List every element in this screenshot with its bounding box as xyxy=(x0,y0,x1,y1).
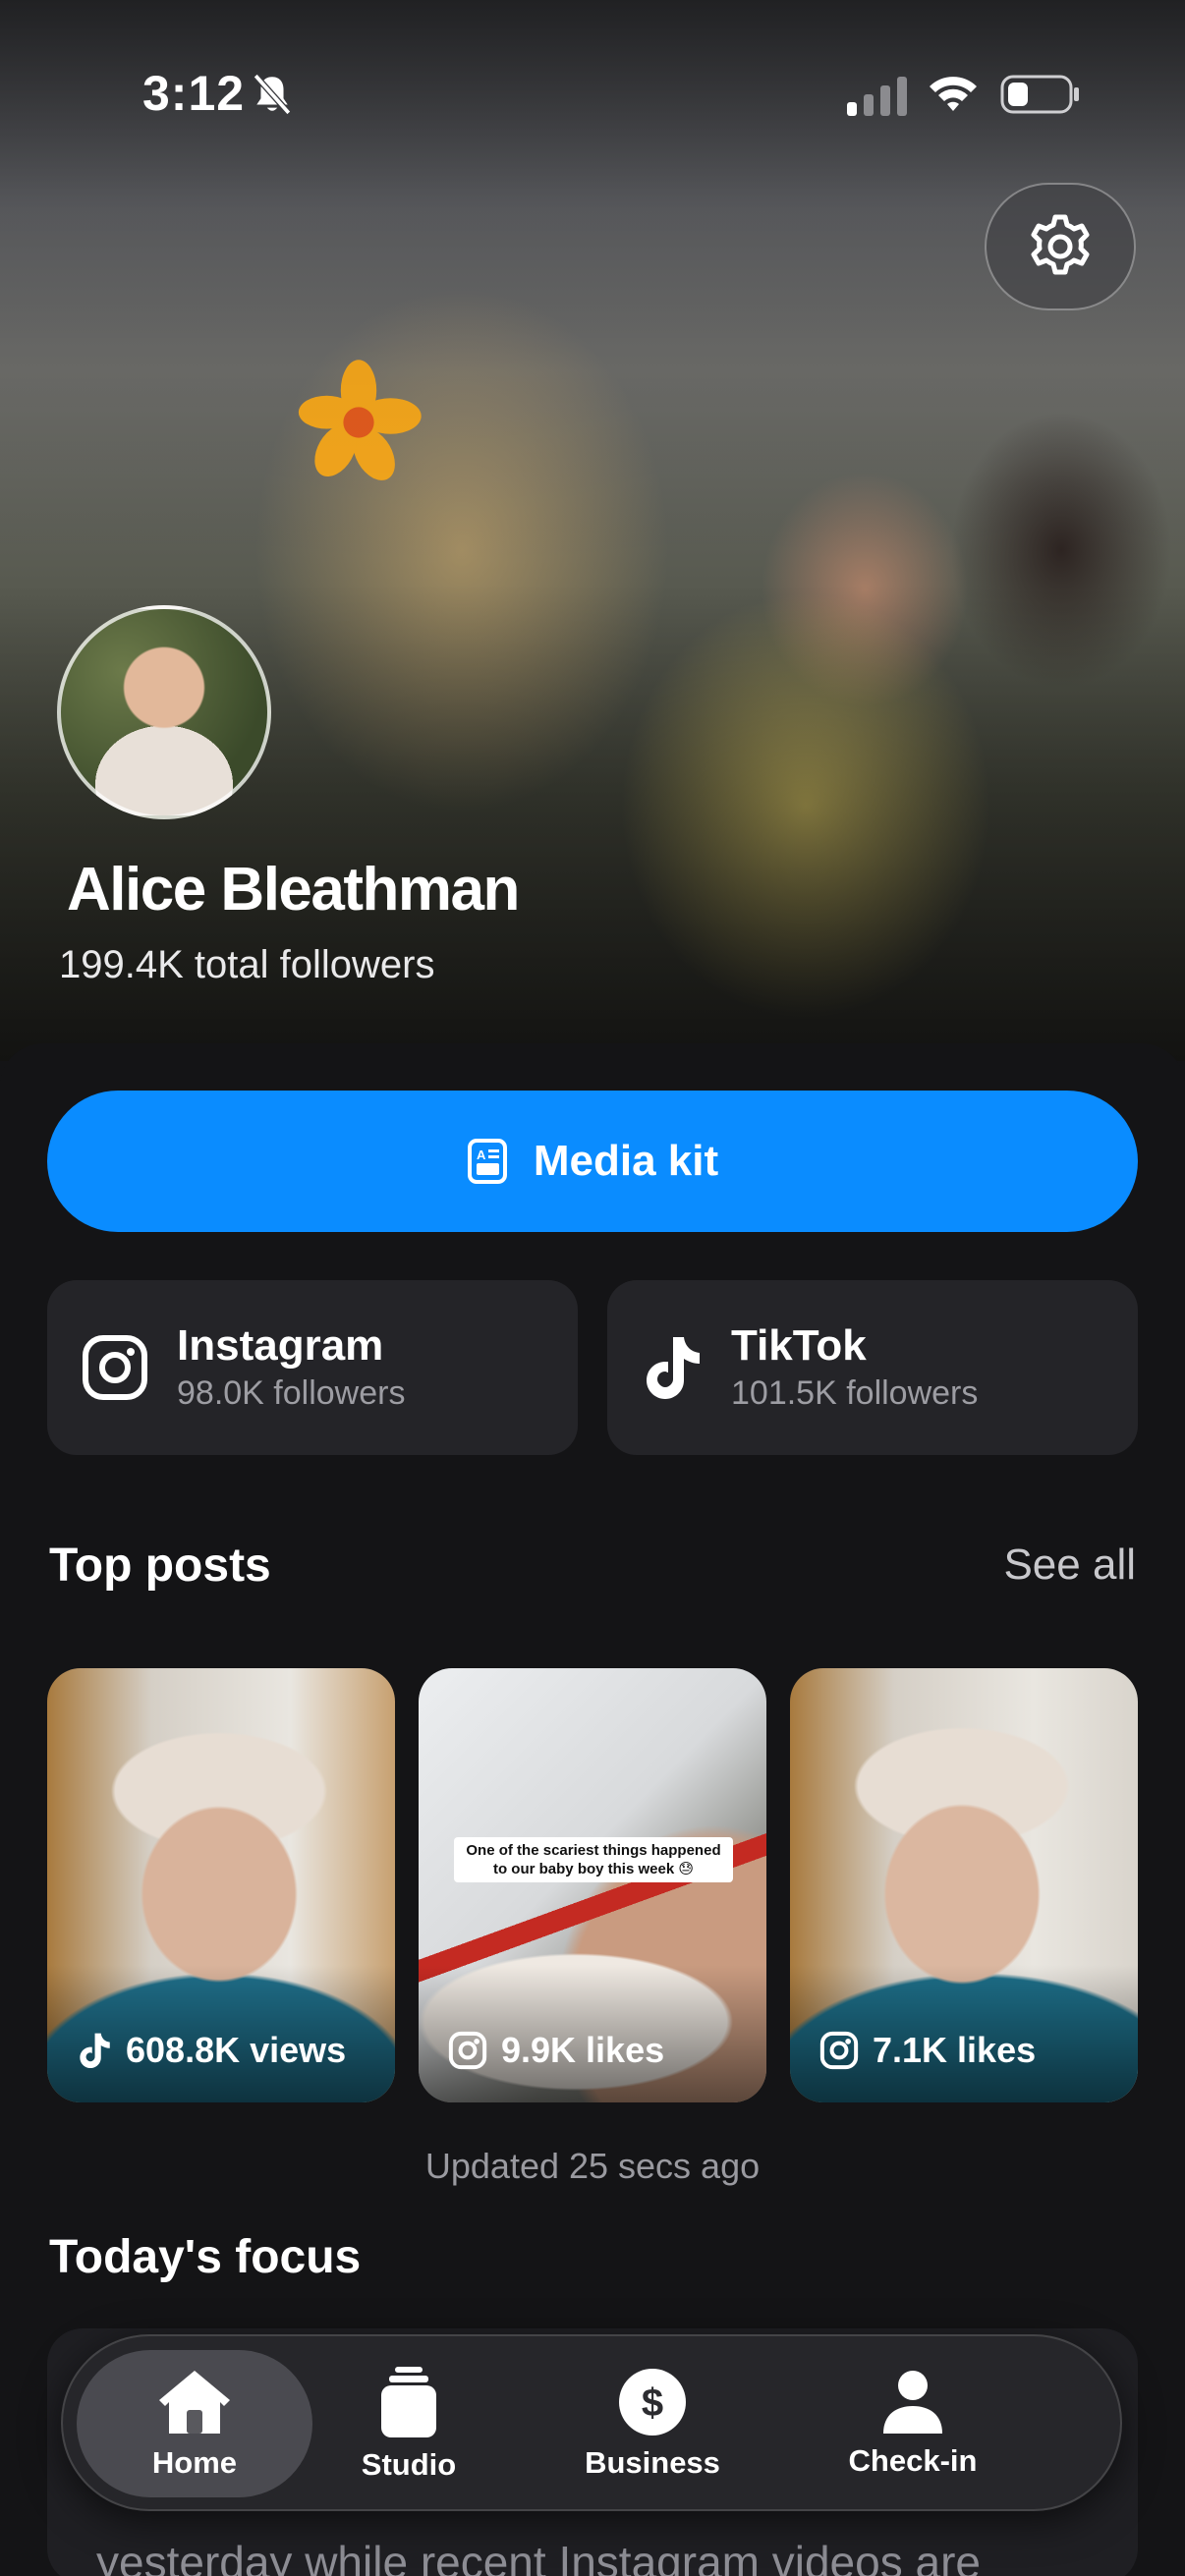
person-icon xyxy=(883,2371,942,2434)
post-stat: 9.9K likes xyxy=(448,2030,664,2071)
status-time: 3:12 xyxy=(142,66,246,121)
top-posts-title: Top posts xyxy=(49,1540,271,1592)
post-card[interactable]: One of the scariest things happened to o… xyxy=(419,1668,766,2102)
tab-label: Studio xyxy=(361,2447,457,2482)
dollar-icon: $ xyxy=(619,2369,686,2436)
instagram-card[interactable]: Instagram 98.0K followers xyxy=(47,1280,578,1455)
total-followers: 199.4K total followers xyxy=(59,943,435,986)
post-stat-value: 608.8K views xyxy=(126,2030,347,2070)
tiktok-icon xyxy=(80,2033,110,2068)
instagram-icon xyxy=(448,2031,487,2070)
post-caption: One of the scariest things happened to o… xyxy=(454,1837,733,1882)
svg-text:A: A xyxy=(477,1148,486,1162)
wifi-icon xyxy=(930,77,977,111)
media-kit-button[interactable]: A Media kit xyxy=(47,1091,1138,1232)
platform-name: Instagram xyxy=(177,1321,384,1370)
instagram-icon xyxy=(83,1335,147,1400)
tiktok-card[interactable]: TikTok 101.5K followers xyxy=(607,1280,1138,1455)
post-stat-value: 9.9K likes xyxy=(501,2030,665,2070)
settings-button[interactable] xyxy=(985,183,1136,310)
platform-name: TikTok xyxy=(731,1321,867,1370)
post-stat-value: 7.1K likes xyxy=(873,2030,1037,2070)
tab-business[interactable]: $ Business xyxy=(535,2350,770,2497)
updated-timestamp: Updated 25 secs ago xyxy=(424,2146,761,2186)
media-kit-icon: A xyxy=(467,1139,507,1184)
post-card[interactable]: 7.1K likes xyxy=(790,1668,1138,2102)
tab-studio[interactable]: Studio xyxy=(291,2350,527,2497)
tab-label: Business xyxy=(585,2445,720,2480)
cellular-signal-icon xyxy=(847,77,907,116)
battery-icon xyxy=(1000,75,1079,114)
tab-check-in[interactable]: Check-in xyxy=(795,2350,1031,2497)
tab-label: Check-in xyxy=(848,2443,978,2478)
bell-off-icon xyxy=(253,74,292,115)
see-all-link[interactable]: See all xyxy=(1003,1540,1136,1590)
tiktok-icon xyxy=(647,1337,700,1399)
todays-focus-title: Today's focus xyxy=(49,2231,362,2283)
focus-text: yesterday while recent Instagram videos … xyxy=(96,2537,981,2576)
svg-text:$: $ xyxy=(642,2381,663,2425)
avatar[interactable] xyxy=(57,605,271,819)
post-stat: 608.8K views xyxy=(77,2030,346,2071)
post-card[interactable]: 608.8K views xyxy=(47,1668,395,2102)
post-stat: 7.1K likes xyxy=(819,2030,1036,2071)
tab-bar: Home Studio $ Business Check-in xyxy=(61,2334,1122,2511)
tab-home[interactable]: Home xyxy=(77,2350,312,2497)
media-kit-label: Media kit xyxy=(533,1137,719,1185)
platform-followers: 98.0K followers xyxy=(177,1374,406,1412)
house-icon xyxy=(159,2371,230,2434)
status-bar: 3:12 xyxy=(0,0,1185,196)
instagram-icon xyxy=(819,2031,859,2070)
gear-icon xyxy=(1031,214,1090,275)
tab-label: Home xyxy=(151,2445,238,2480)
platform-followers: 101.5K followers xyxy=(731,1374,979,1412)
profile-name: Alice Bleathman xyxy=(67,856,520,924)
studio-icon xyxy=(381,2367,436,2437)
